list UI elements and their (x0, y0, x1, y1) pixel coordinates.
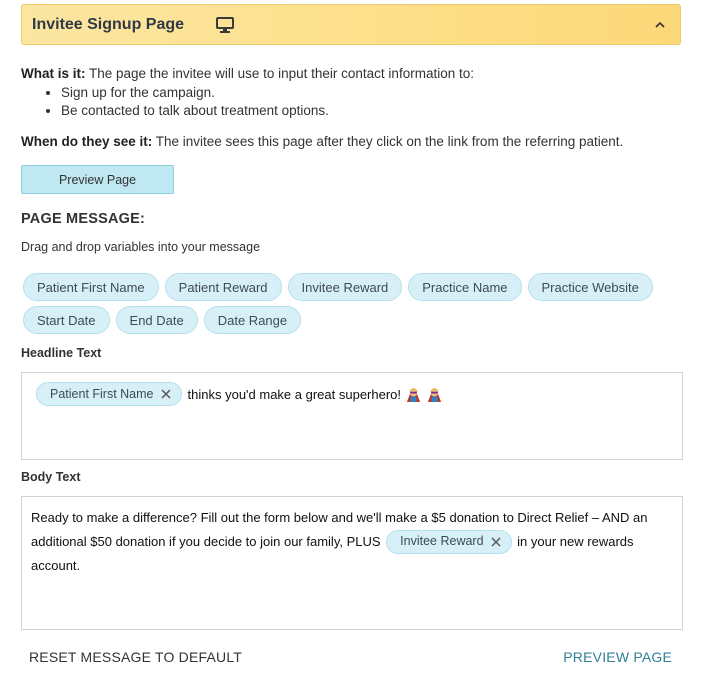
superhero-emoji-icon (406, 387, 421, 402)
preview-page-link[interactable]: PREVIEW PAGE (563, 649, 672, 665)
when-text: When do they see it: The invitee sees th… (21, 134, 623, 149)
monitor-icon (216, 16, 235, 33)
body-editor[interactable]: Ready to make a difference? Fill out the… (21, 496, 683, 630)
what-is-it-text: What is it: The page the invitee will us… (21, 66, 474, 81)
what-description: The page the invitee will use to input t… (85, 66, 474, 81)
body-variable-chip[interactable]: Invitee Reward (386, 530, 512, 555)
variable-chip-invitee-reward[interactable]: Invitee Reward (287, 273, 403, 301)
headline-editor[interactable]: Patient First Name thinks you'd make a g… (21, 372, 683, 460)
list-item: Be contacted to talk about treatment opt… (61, 102, 329, 120)
preview-page-button[interactable]: Preview Page (21, 165, 174, 194)
variable-chip-practice-website[interactable]: Practice Website (527, 273, 653, 301)
what-label: What is it: (21, 66, 86, 81)
superhero-emoji-icon (427, 387, 442, 402)
reset-message-button[interactable]: RESET MESSAGE TO DEFAULT (29, 649, 242, 665)
variable-chip-date-range[interactable]: Date Range (203, 306, 302, 334)
remove-chip-icon[interactable] (161, 389, 171, 399)
chevron-up-icon[interactable] (652, 17, 668, 33)
page-message-title: PAGE MESSAGE: (21, 211, 145, 227)
when-label: When do they see it: (21, 134, 153, 149)
drag-hint: Drag and drop variables into your messag… (21, 240, 261, 254)
remove-chip-icon[interactable] (491, 537, 501, 547)
list-item: Sign up for the campaign. (61, 84, 329, 102)
purpose-list: Sign up for the campaign. Be contacted t… (45, 84, 329, 120)
body-label: Body Text (21, 470, 81, 484)
variable-chip-end-date[interactable]: End Date (115, 306, 198, 334)
section-header[interactable]: Invitee Signup Page (21, 4, 681, 45)
variable-chip-practice-name[interactable]: Practice Name (408, 273, 522, 301)
variable-chips-row-2: Start Date End Date Date Range (23, 306, 302, 334)
chip-label: Patient First Name (50, 387, 154, 401)
headline-variable-chip[interactable]: Patient First Name (36, 382, 182, 406)
headline-label: Headline Text (21, 346, 102, 360)
variable-chip-start-date[interactable]: Start Date (23, 306, 110, 334)
variable-chip-patient-reward[interactable]: Patient Reward (164, 273, 282, 301)
headline-text: thinks you'd make a great superhero! (187, 386, 402, 402)
section-title: Invitee Signup Page (32, 15, 185, 33)
variable-chips-row-1: Patient First Name Patient Reward Invite… (23, 273, 653, 301)
when-description: The invitee sees this page after they cl… (152, 134, 624, 149)
variable-chip-patient-first-name[interactable]: Patient First Name (23, 273, 159, 301)
chip-label: Invitee Reward (400, 534, 484, 549)
